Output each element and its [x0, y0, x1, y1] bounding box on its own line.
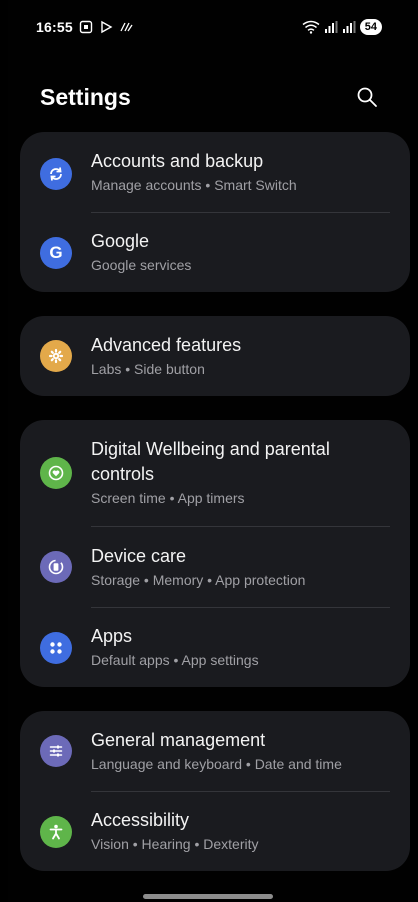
item-title: Digital Wellbeing and parental controls	[91, 439, 330, 484]
item-title: Google	[91, 231, 150, 251]
sync-icon	[40, 158, 72, 190]
settings-group-general: General management Language and keyboard…	[20, 711, 410, 871]
screenshot-icon	[79, 20, 93, 34]
accessibility-text: Accessibility Vision • Hearing • Dexteri…	[91, 808, 390, 853]
status-left: 16:55	[36, 19, 133, 35]
home-indicator[interactable]	[143, 894, 273, 899]
accessibility-icon	[40, 816, 72, 848]
general-management-item[interactable]: General management Language and keyboard…	[20, 711, 410, 791]
item-subtitle: Labs • Side button	[91, 361, 205, 377]
advanced-features-text: Advanced features Labs • Side button	[91, 333, 390, 378]
google-text: Google Google services	[91, 229, 390, 274]
apps-text: Apps Default apps • App settings	[91, 624, 390, 669]
search-icon	[357, 87, 377, 107]
item-subtitle: Vision • Hearing • Dexterity	[91, 836, 259, 852]
status-right: 54	[302, 19, 382, 35]
item-subtitle: Manage accounts • Smart Switch	[91, 177, 297, 193]
digital-wellbeing-text: Digital Wellbeing and parental controls …	[91, 437, 390, 507]
status-time: 16:55	[36, 19, 73, 35]
item-title: General management	[91, 730, 266, 750]
google-item[interactable]: G Google Google services	[20, 213, 410, 292]
settings-group-accounts: Accounts and backup Manage accounts • Sm…	[20, 132, 410, 292]
wifi-icon	[302, 20, 320, 34]
item-title: Accounts and backup	[91, 151, 264, 171]
google-icon: G	[40, 237, 72, 269]
item-title: Advanced features	[91, 335, 242, 355]
advanced-features-item[interactable]: Advanced features Labs • Side button	[20, 316, 410, 396]
device-care-text: Device care Storage • Memory • App prote…	[91, 544, 390, 589]
sliders-icon	[40, 735, 72, 767]
header: Settings	[40, 80, 382, 114]
item-subtitle: Default apps • App settings	[91, 652, 259, 668]
battery-badge: 54	[359, 19, 382, 35]
item-subtitle: Storage • Memory • App protection	[91, 572, 306, 588]
digital-wellbeing-item[interactable]: Digital Wellbeing and parental controls …	[20, 420, 410, 526]
accounts-and-backup-text: Accounts and backup Manage accounts • Sm…	[91, 149, 390, 194]
item-title: Device care	[91, 546, 187, 566]
signal-icon	[324, 21, 338, 33]
settings-group-device: Digital Wellbeing and parental controls …	[20, 420, 410, 687]
item-subtitle: Google services	[91, 257, 192, 273]
item-title: Apps	[91, 626, 133, 646]
status-bar: 16:55 54	[36, 16, 382, 38]
search-button[interactable]	[352, 82, 382, 112]
item-subtitle: Language and keyboard • Date and time	[91, 756, 342, 772]
star-gear-icon	[40, 340, 72, 372]
general-management-text: General management Language and keyboard…	[91, 728, 390, 773]
heart-circle-icon	[40, 457, 72, 489]
device-care-icon	[40, 551, 72, 583]
settings-screen: 16:55 54 Settings Accounts and backup Ma…	[8, 0, 410, 902]
apps-grid-icon	[40, 632, 72, 664]
accounts-and-backup-item[interactable]: Accounts and backup Manage accounts • Sm…	[20, 132, 410, 212]
signal-icon-2	[342, 21, 356, 33]
device-care-item[interactable]: Device care Storage • Memory • App prote…	[20, 527, 410, 607]
page-title: Settings	[40, 83, 131, 110]
play-icon	[101, 20, 113, 34]
apps-item[interactable]: Apps Default apps • App settings	[20, 608, 410, 687]
item-subtitle: Screen time • App timers	[91, 490, 245, 506]
hotspot-icon	[120, 22, 133, 32]
accessibility-item[interactable]: Accessibility Vision • Hearing • Dexteri…	[20, 792, 410, 871]
item-title: Accessibility	[91, 810, 190, 830]
settings-group-advanced: Advanced features Labs • Side button	[20, 316, 410, 396]
